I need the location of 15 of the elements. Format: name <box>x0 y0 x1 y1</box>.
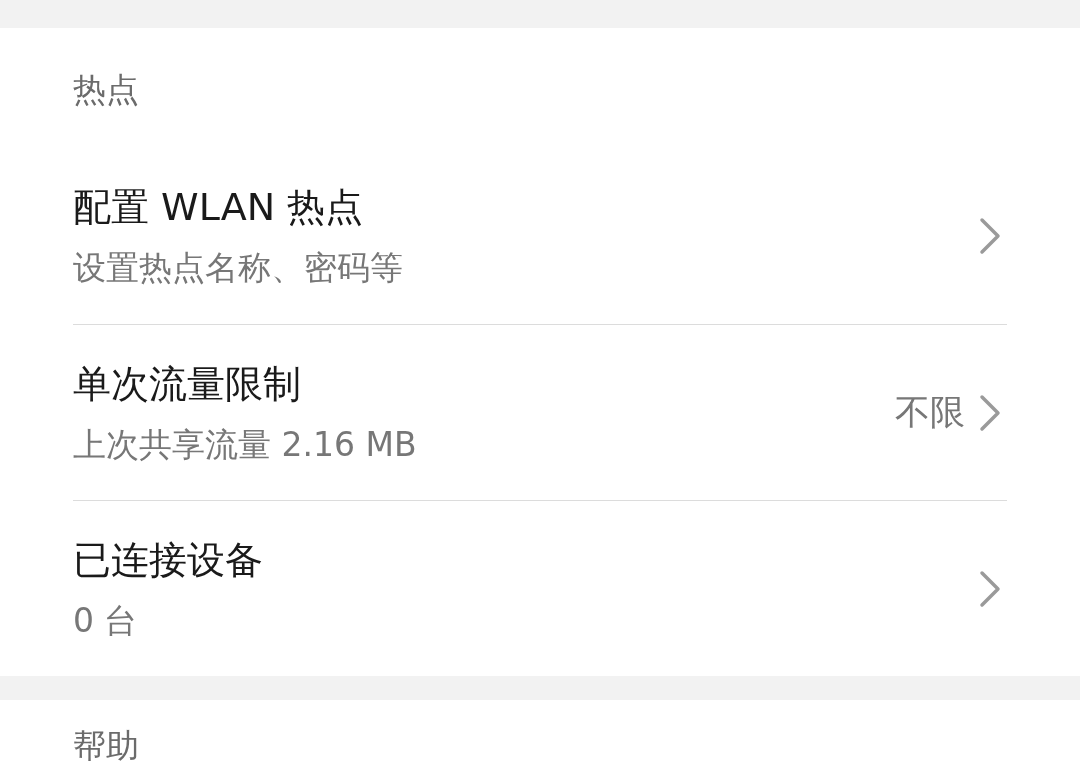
settings-row[interactable]: 已连接设备 0 台 <box>73 500 1007 676</box>
chevron-right-icon <box>979 569 1001 608</box>
settings-row[interactable]: 单次流量限制 上次共享流量 2.16 MB 不限 <box>73 324 1007 500</box>
row-title: 已连接设备 <box>73 536 264 584</box>
chevron-right-icon <box>979 393 1001 432</box>
row-subtitle: 上次共享流量 2.16 MB <box>73 423 418 466</box>
chevron-right-icon <box>979 217 1001 255</box>
section-header: 热点 <box>72 72 140 111</box>
settings-row[interactable]: 配置 WLAN 热点 设置热点名称、密码等 <box>73 148 1007 324</box>
row-title: 配置 WLAN 热点 <box>73 184 365 231</box>
row-title: 单次流量限制 <box>73 360 302 408</box>
row-value: 不限 <box>895 391 965 434</box>
section-header: 帮助 <box>72 728 140 767</box>
row-subtitle: 设置热点名称、密码等 <box>73 247 404 289</box>
row-subtitle: 0 台 <box>73 599 139 642</box>
